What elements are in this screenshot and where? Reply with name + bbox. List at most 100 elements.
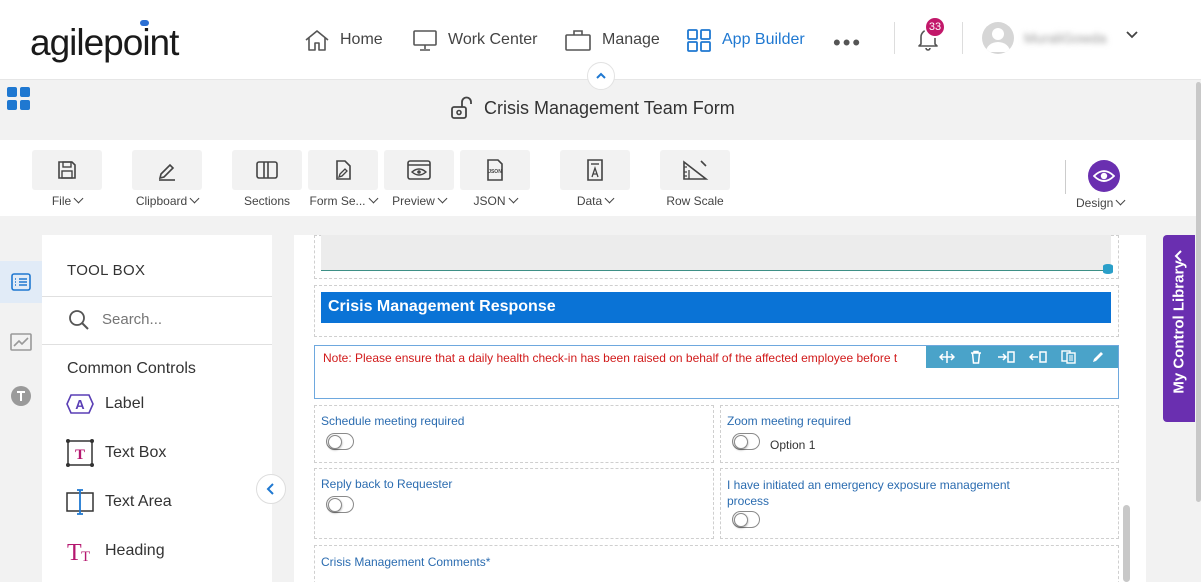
- control-action-toolbar: [926, 346, 1118, 368]
- search-icon: [68, 309, 90, 336]
- nav-app-builder-label: App Builder: [722, 31, 805, 48]
- reply-back-toggle[interactable]: [326, 496, 354, 513]
- toolbox-item-textarea[interactable]: Text Area: [64, 486, 172, 518]
- row-scale-button[interactable]: Row Scale: [660, 150, 730, 208]
- preview-menu-button[interactable]: Preview: [384, 150, 454, 208]
- nav-work-center-label: Work Center: [448, 31, 538, 48]
- agilepoint-logo[interactable]: agilepoint: [30, 22, 179, 64]
- data-menu-button[interactable]: Data: [560, 150, 630, 208]
- chevron-down-icon: [368, 193, 378, 204]
- section-heading[interactable]: Crisis Management Response: [321, 292, 1111, 323]
- toolbox-item-textbox-text: Text Box: [105, 444, 167, 461]
- nav-divider: [894, 22, 895, 54]
- logo-accent-mark: [140, 20, 149, 26]
- home-icon: [305, 30, 329, 51]
- note-text: Note: Please ensure that a daily health …: [323, 351, 898, 365]
- json-label: JSON: [473, 194, 506, 208]
- page-scrollbar[interactable]: [1196, 82, 1201, 502]
- user-menu-chevron-down-icon[interactable]: [1124, 27, 1140, 48]
- chevron-down-icon: [437, 193, 448, 204]
- left-icon-rail: [0, 235, 42, 582]
- user-icon: [986, 28, 1010, 52]
- briefcase-icon: [565, 30, 591, 51]
- copy-icon[interactable]: [1061, 350, 1077, 364]
- save-icon: [58, 161, 76, 179]
- avatar[interactable]: [982, 22, 1014, 54]
- preview-label: Preview: [392, 194, 435, 208]
- clipboard-label: Clipboard: [135, 194, 188, 208]
- svg-text:T: T: [75, 447, 85, 463]
- grid-icon: [687, 29, 711, 52]
- text-tab-button[interactable]: [0, 375, 42, 417]
- toolbar-divider: [1065, 160, 1066, 194]
- eye-icon: [1093, 170, 1115, 182]
- delete-icon[interactable]: [969, 350, 983, 364]
- svg-text:A: A: [75, 397, 85, 412]
- design-mode-label-wrap[interactable]: Design: [1076, 195, 1126, 210]
- file-menu-button[interactable]: File: [32, 150, 102, 208]
- text-circle-icon: [11, 386, 31, 406]
- nav-manage[interactable]: Manage: [564, 26, 660, 54]
- collapse-toolbox-button[interactable]: [256, 474, 286, 504]
- toolbox-item-label[interactable]: A Label: [64, 388, 144, 420]
- textbox-control-icon: T: [66, 439, 94, 467]
- chevron-left-icon: [266, 483, 274, 495]
- toolbox-tab-button[interactable]: [0, 261, 42, 303]
- page-title: Crisis Management Team Form: [484, 97, 735, 118]
- zoom-option-label: Option 1: [770, 438, 816, 452]
- emergency-exposure-label: I have initiated an emergency exposure m…: [727, 478, 1010, 508]
- notification-count-badge: 33: [924, 16, 946, 38]
- unlock-icon[interactable]: [450, 96, 476, 120]
- design-mode-button[interactable]: [1088, 160, 1120, 192]
- ruler-icon: [683, 160, 709, 180]
- chevron-up-icon: [596, 72, 606, 79]
- nav-home[interactable]: Home: [304, 26, 383, 54]
- nav-app-builder[interactable]: App Builder: [686, 26, 805, 54]
- form-title-area: Crisis Management Team Form: [450, 96, 735, 120]
- apps-launcher-button[interactable]: [6, 86, 32, 117]
- json-menu-button[interactable]: JSON JSON: [460, 150, 530, 208]
- collapse-header-button[interactable]: [587, 62, 615, 90]
- chevron-down-icon: [604, 193, 615, 204]
- reply-back-label: Reply back to Requester: [321, 477, 453, 491]
- toolbox-item-heading[interactable]: TT Heading: [64, 535, 165, 567]
- data-label: Data: [576, 194, 603, 208]
- previous-control-area[interactable]: [321, 235, 1111, 271]
- file-label: File: [51, 194, 72, 208]
- move-right-icon[interactable]: [997, 350, 1015, 364]
- canvas-scrollbar[interactable]: [1123, 505, 1130, 582]
- move-left-icon[interactable]: [1029, 350, 1047, 364]
- form-design-canvas: Crisis Management Response Note: Please …: [294, 235, 1146, 582]
- chevron-down-icon: [73, 193, 84, 204]
- my-control-library-tab[interactable]: My Control Library: [1163, 235, 1195, 422]
- more-menu-button[interactable]: •••: [833, 30, 862, 56]
- svg-text:T: T: [81, 549, 90, 565]
- clipboard-menu-button[interactable]: Clipboard: [132, 150, 202, 208]
- chevron-down-icon: [508, 193, 518, 204]
- nav-home-label: Home: [340, 31, 383, 48]
- sections-button[interactable]: Sections: [232, 150, 302, 208]
- toolbox-title: TOOL BOX: [67, 262, 146, 279]
- chevron-down-icon: [1115, 195, 1126, 206]
- toolbox-search-input[interactable]: [102, 311, 252, 328]
- pencil-icon: [158, 163, 175, 181]
- form-settings-menu-button[interactable]: Form Se...: [308, 150, 378, 208]
- schedule-meeting-toggle[interactable]: [326, 433, 354, 450]
- zoom-meeting-toggle[interactable]: [732, 433, 760, 450]
- nav-work-center[interactable]: Work Center: [412, 26, 538, 54]
- move-horizontal-icon[interactable]: [939, 350, 955, 364]
- heading-control-icon: TT: [67, 540, 90, 566]
- schedule-meeting-label: Schedule meeting required: [321, 414, 465, 428]
- preview-eye-icon: [407, 160, 431, 180]
- divider: [42, 344, 272, 345]
- edit-icon[interactable]: [1091, 350, 1105, 364]
- toolbox-item-textbox[interactable]: T Text Box: [64, 437, 166, 469]
- emergency-exposure-toggle[interactable]: [732, 511, 760, 528]
- divider: [42, 296, 272, 297]
- zoom-meeting-label: Zoom meeting required: [727, 414, 852, 428]
- analytics-tab-button[interactable]: [0, 321, 42, 363]
- common-controls-heading: Common Controls: [67, 360, 196, 377]
- username[interactable]: MuraliGowda: [1024, 30, 1106, 46]
- toolbox-item-textarea-text: Text Area: [105, 493, 172, 510]
- note-label-control[interactable]: Note: Please ensure that a daily health …: [314, 345, 1119, 399]
